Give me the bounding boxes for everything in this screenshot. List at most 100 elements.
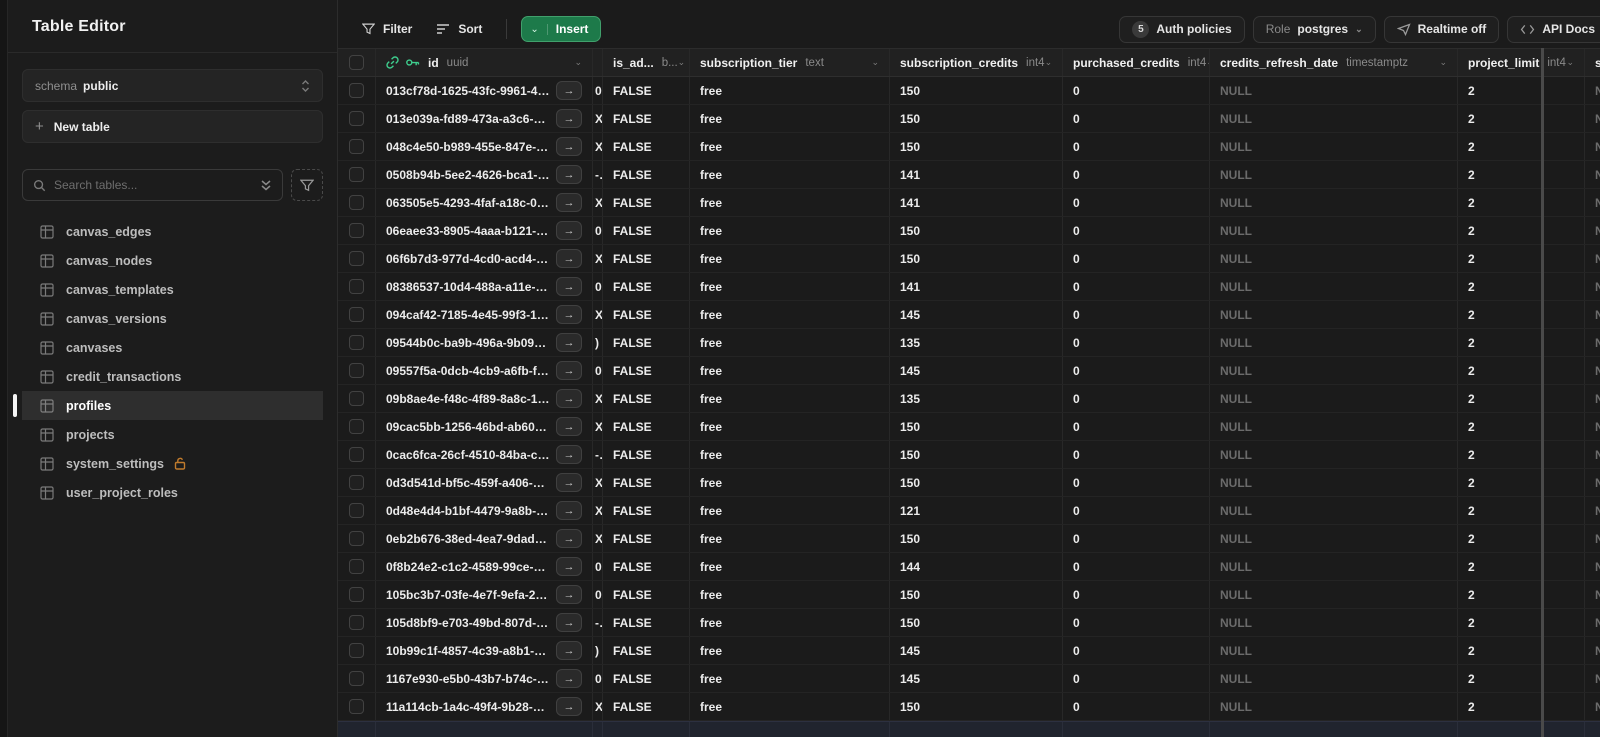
column-header-id[interactable]: id uuid ⌄: [376, 49, 593, 76]
clipped-cell[interactable]: 0: [593, 273, 603, 300]
row-checkbox[interactable]: [349, 587, 364, 602]
project-limit-cell[interactable]: 2: [1458, 301, 1585, 328]
subscription-tier-cell[interactable]: free: [690, 497, 890, 524]
id-cell[interactable]: 06eaee33-8905-4aaa-b121-ab552... →: [376, 217, 593, 244]
subscription-tier-cell[interactable]: free: [690, 413, 890, 440]
project-limit-cell[interactable]: 2: [1458, 77, 1585, 104]
purchased-credits-cell[interactable]: 0: [1063, 693, 1210, 720]
id-cell[interactable]: 0508b94b-5ee2-4626-bca1-4bca... →: [376, 161, 593, 188]
chevron-down-icon[interactable]: ⌄: [530, 23, 548, 35]
id-cell[interactable]: 0cac6fca-26cf-4510-84ba-c4580... →: [376, 441, 593, 468]
purchased-credits-cell[interactable]: 0: [1063, 385, 1210, 412]
table-row[interactable]: 09544b0c-ba9b-496a-9b09-244... → ) FALSE…: [338, 329, 1600, 357]
expand-row-button[interactable]: →: [556, 333, 582, 352]
credits-refresh-date-cell[interactable]: NULL: [1210, 161, 1458, 188]
subscription-tier-cell[interactable]: free: [690, 189, 890, 216]
purchased-credits-cell[interactable]: 0: [1063, 469, 1210, 496]
subscription-credits-cell[interactable]: 141: [890, 273, 1063, 300]
clipped-cell[interactable]: -C: [593, 441, 603, 468]
subscription-credits-cell[interactable]: 150: [890, 693, 1063, 720]
subscription-tier-cell[interactable]: free: [690, 77, 890, 104]
is-admin-cell[interactable]: FALSE: [603, 413, 690, 440]
purchased-credits-cell[interactable]: 0: [1063, 273, 1210, 300]
expand-row-button[interactable]: →: [556, 165, 582, 184]
project-limit-cell[interactable]: 2: [1458, 525, 1585, 552]
id-cell[interactable]: 11a114cb-1a4c-49f4-9b28-52219ec... →: [376, 693, 593, 720]
row-checkbox[interactable]: [349, 139, 364, 154]
table-row[interactable]: 048c4e50-b989-455e-847e-fb2f... → X FALS…: [338, 133, 1600, 161]
table-row[interactable]: 0508b94b-5ee2-4626-bca1-4bca... → -C FAL…: [338, 161, 1600, 189]
clipped-cell[interactable]: X: [593, 105, 603, 132]
expand-row-button[interactable]: →: [556, 137, 582, 156]
purchased-credits-cell[interactable]: 0: [1063, 357, 1210, 384]
purchased-credits-cell[interactable]: 0: [1063, 189, 1210, 216]
subscription-credits-cell[interactable]: 150: [890, 77, 1063, 104]
clipped-cell[interactable]: X: [593, 469, 603, 496]
filter-tables-button[interactable]: [291, 169, 323, 201]
credits-refresh-date-cell[interactable]: NULL: [1210, 637, 1458, 664]
purchased-credits-cell[interactable]: 0: [1063, 105, 1210, 132]
subscription-credits-cell[interactable]: 135: [890, 329, 1063, 356]
is-admin-cell[interactable]: FALSE: [603, 273, 690, 300]
purchased-credits-cell[interactable]: 0: [1063, 553, 1210, 580]
auth-policies-button[interactable]: 5 Auth policies: [1119, 15, 1245, 43]
id-cell[interactable]: 06f6b7d3-977d-4cd0-acd4-4a78... →: [376, 245, 593, 272]
grid-scrollbar[interactable]: [1541, 48, 1544, 737]
table-row[interactable]: 11a114cb-1a4c-49f4-9b28-52219ec... → X F…: [338, 693, 1600, 721]
purchased-credits-cell[interactable]: 0: [1063, 441, 1210, 468]
table-row[interactable]: 09557f5a-0dcb-4cb9-a6fb-fff366... → 0( F…: [338, 357, 1600, 385]
subscription-credits-cell[interactable]: 121: [890, 497, 1063, 524]
credits-refresh-date-cell[interactable]: NULL: [1210, 581, 1458, 608]
id-cell[interactable]: 0f8b24e2-c1c2-4589-99ce-2c52d... →: [376, 553, 593, 580]
expand-row-button[interactable]: →: [556, 277, 582, 296]
table-row[interactable]: 0d48e4d4-b1bf-4479-9a8b-4a4b... → X FALS…: [338, 497, 1600, 525]
subscription-credits-cell[interactable]: 150: [890, 105, 1063, 132]
subscription-credits-cell[interactable]: 150: [890, 441, 1063, 468]
credits-refresh-date-cell[interactable]: NULL: [1210, 609, 1458, 636]
subscription-credits-cell[interactable]: 145: [890, 357, 1063, 384]
subscription-tier-cell[interactable]: free: [690, 469, 890, 496]
schema-select[interactable]: schema public: [22, 69, 323, 102]
table-row[interactable]: 09cac5bb-1256-46bd-ab60-64ed... → X FALS…: [338, 413, 1600, 441]
is-admin-cell[interactable]: FALSE: [603, 189, 690, 216]
purchased-credits-cell[interactable]: 0: [1063, 217, 1210, 244]
clipped-cell[interactable]: ): [593, 637, 603, 664]
sidebar-item-user_project_roles[interactable]: user_project_roles: [22, 478, 323, 507]
id-cell[interactable]: 1167e930-e5b0-43b7-b74c-788c9... →: [376, 665, 593, 692]
subscription-credits-cell[interactable]: 150: [890, 609, 1063, 636]
id-cell[interactable]: 105d8bf9-e703-49bd-807d-645e... →: [376, 609, 593, 636]
column-menu-chevron-icon[interactable]: ⌄: [1439, 57, 1447, 68]
purchased-credits-cell[interactable]: 0: [1063, 581, 1210, 608]
search-tables-input[interactable]: Search tables...: [22, 169, 283, 201]
row-checkbox[interactable]: [349, 531, 364, 546]
clipped-cell[interactable]: 0: [593, 581, 603, 608]
expand-row-button[interactable]: →: [556, 669, 582, 688]
project-limit-cell[interactable]: 2: [1458, 189, 1585, 216]
is-admin-cell[interactable]: FALSE: [603, 693, 690, 720]
sidebar-item-system_settings[interactable]: system_settings: [22, 449, 323, 478]
table-row[interactable]: 013e039a-fd89-473a-a3c6-ccfa9... → X FAL…: [338, 105, 1600, 133]
clipped-right-cell[interactable]: NULL: [1585, 693, 1600, 720]
row-checkbox[interactable]: [349, 363, 364, 378]
id-cell[interactable]: 063505e5-4293-4faf-a18c-0e65b... →: [376, 189, 593, 216]
is-admin-cell[interactable]: FALSE: [603, 301, 690, 328]
credits-refresh-date-cell[interactable]: NULL: [1210, 441, 1458, 468]
subscription-tier-cell[interactable]: free: [690, 245, 890, 272]
column-menu-chevron-icon[interactable]: ⌄: [1045, 57, 1053, 68]
filter-button[interactable]: Filter: [352, 16, 422, 42]
subscription-tier-cell[interactable]: free: [690, 693, 890, 720]
project-limit-cell[interactable]: 2: [1458, 329, 1585, 356]
project-limit-cell[interactable]: 2: [1458, 105, 1585, 132]
subscription-tier-cell[interactable]: free: [690, 357, 890, 384]
credits-refresh-date-cell[interactable]: NULL: [1210, 245, 1458, 272]
clipped-cell[interactable]: X: [593, 413, 603, 440]
credits-refresh-date-cell[interactable]: NULL: [1210, 385, 1458, 412]
purchased-credits-cell[interactable]: 0: [1063, 133, 1210, 160]
credits-refresh-date-cell[interactable]: NULL: [1210, 553, 1458, 580]
is-admin-cell[interactable]: FALSE: [603, 469, 690, 496]
new-table-button[interactable]: + New table: [22, 110, 323, 143]
purchased-credits-cell[interactable]: 0: [1063, 245, 1210, 272]
table-row[interactable]: 10b99c1f-4857-4c39-a8b1-263b8... → ) FAL…: [338, 637, 1600, 665]
id-cell[interactable]: 09544b0c-ba9b-496a-9b09-244... →: [376, 329, 593, 356]
credits-refresh-date-cell[interactable]: NULL: [1210, 497, 1458, 524]
